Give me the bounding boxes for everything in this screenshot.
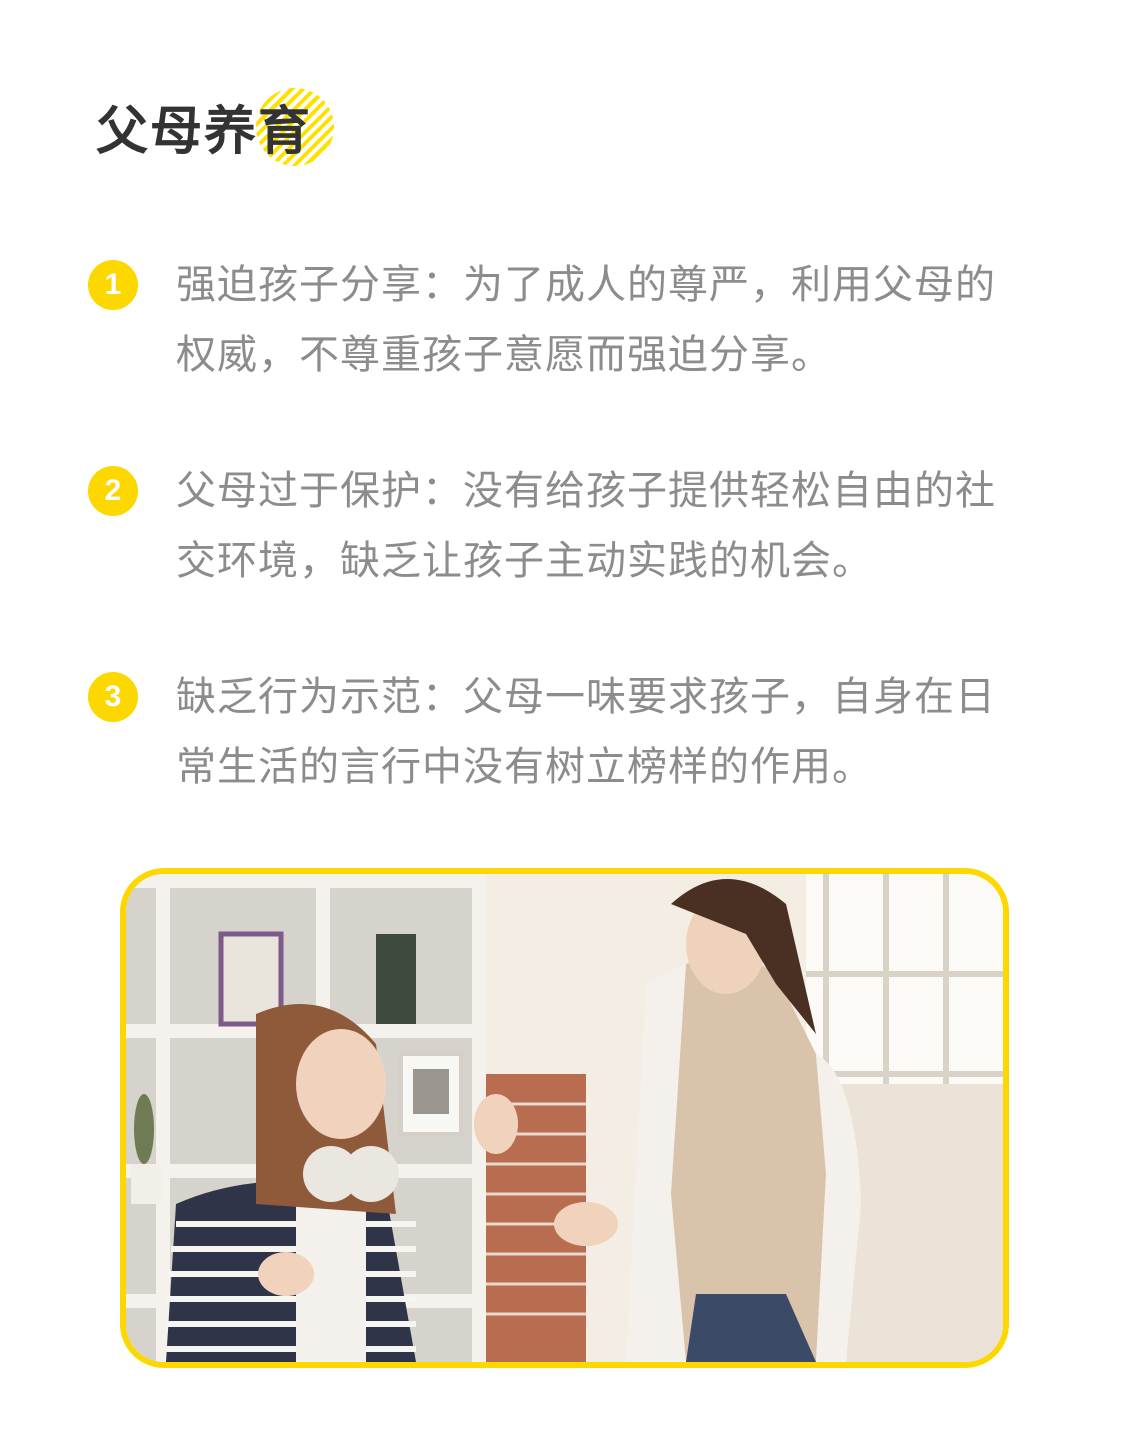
list-item-text: 强迫孩子分享：为了成人的尊严，利用父母的权威，不尊重孩子意愿而强迫分享。 xyxy=(176,262,996,378)
list-item-text: 缺乏行为示范：父母一味要求孩子，自身在日常生活的言行中没有树立榜样的作用。 xyxy=(176,674,996,790)
mother-daughter-photo xyxy=(126,874,1003,1362)
number-badge: 2 xyxy=(88,466,138,516)
photo-frame xyxy=(120,868,1009,1368)
list-item-text: 父母过于保护：没有给孩子提供轻松自由的社交环境，缺乏让孩子主动实践的机会。 xyxy=(176,468,996,584)
section-title: 父母养育 xyxy=(96,102,313,162)
number-badge: 3 xyxy=(88,672,138,722)
number-badge: 1 xyxy=(88,260,138,310)
